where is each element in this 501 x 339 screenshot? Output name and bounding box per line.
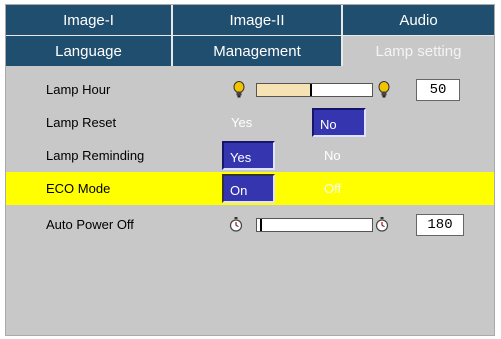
tab-management[interactable]: Management [173,36,343,66]
tab-image-2[interactable]: Image-II [173,5,343,35]
eco-mode-option-on[interactable]: On [222,174,275,203]
tab-language[interactable]: Language [6,36,173,66]
lamp-hour-label: Lamp Hour [46,82,111,97]
lamp-hour-value: 50 [416,79,460,101]
tab-image-1[interactable]: Image-I [6,5,173,35]
tab-lamp-setting[interactable]: Lamp setting [343,36,494,66]
lamp-reset-option-yes[interactable]: Yes [231,106,252,139]
auto-power-off-slider[interactable] [256,218,373,232]
lamp-reset-row[interactable]: Lamp Reset Yes No [6,106,494,139]
lamp-reminding-row[interactable]: Lamp Reminding Yes No [6,139,494,172]
eco-mode-option-off[interactable]: Off [324,172,341,205]
lamp-hour-slider-fill [257,84,312,96]
eco-mode-label: ECO Mode [46,181,111,196]
lamp-bulb-icon [233,81,245,98]
tab-audio[interactable]: Audio [343,5,494,35]
tab-row-primary: Image-I Image-II Audio [6,5,494,35]
lamp-hour-row[interactable]: Lamp Hour 50 [6,73,494,106]
stopwatch-icon [229,217,243,232]
lamp-bulb-icon [378,81,390,98]
stopwatch-icon [375,217,389,232]
lamp-reminding-label: Lamp Reminding [46,148,145,163]
lamp-reminding-option-yes[interactable]: Yes [222,141,275,170]
lamp-reminding-option-no[interactable]: No [324,139,341,172]
auto-power-off-label: Auto Power Off [46,217,134,232]
auto-power-off-value: 180 [416,214,464,236]
osd-menu: Image-I Image-II Audio Language Manageme… [5,4,495,336]
lamp-reset-label: Lamp Reset [46,115,117,130]
tab-row-secondary: Language Management Lamp setting [6,36,494,66]
auto-power-off-row[interactable]: Auto Power Off 180 [6,208,494,241]
eco-mode-row[interactable]: ECO Mode On Off [6,172,494,205]
lamp-reset-option-no[interactable]: No [312,108,366,137]
auto-power-off-slider-fill [257,219,263,231]
lamp-hour-slider[interactable] [256,83,373,97]
